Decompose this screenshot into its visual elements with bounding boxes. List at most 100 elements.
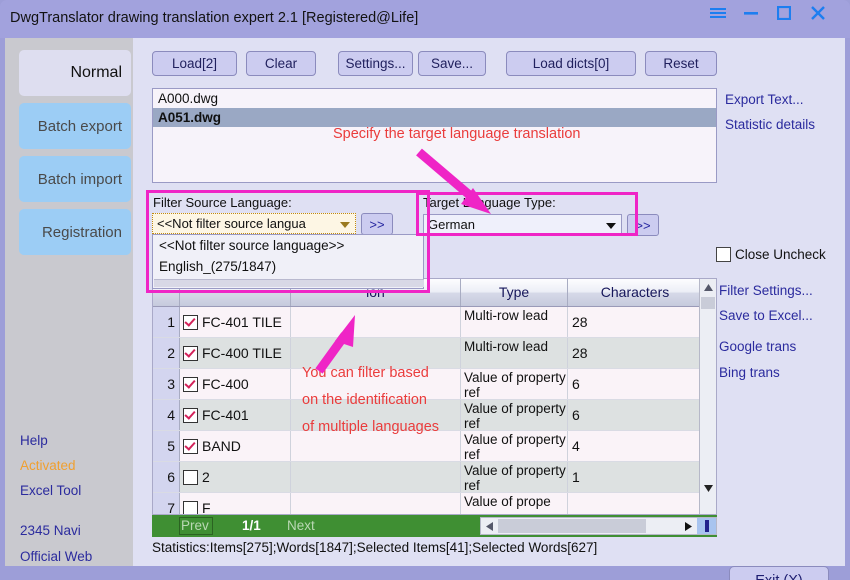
row-type-cell: Value of property ref	[461, 431, 568, 461]
load-button[interactable]: Load[2]	[152, 51, 237, 76]
sidebar-link-excel-tool[interactable]: Excel Tool	[20, 483, 81, 498]
sidebar-item-batch-export[interactable]: Batch export	[19, 103, 131, 149]
row-characters-cell: 6	[572, 407, 580, 423]
maximize-icon[interactable]	[770, 2, 798, 24]
row-checkbox[interactable]	[183, 469, 198, 485]
list-item[interactable]: A000.dwg	[153, 89, 716, 108]
bing-trans-link[interactable]: Bing trans	[719, 365, 780, 380]
exit-label-suffix: )	[798, 573, 803, 580]
prev-page-button[interactable]: Prev	[181, 518, 209, 533]
sidebar-item-label: Normal	[70, 64, 122, 81]
table-row[interactable]: 6 2 Value of property ref 1	[153, 462, 716, 493]
row-characters-cell: 1	[572, 469, 580, 485]
exit-button[interactable]: Exit (X)	[729, 566, 829, 580]
row-checkbox[interactable]	[183, 314, 198, 330]
row-source-text: BAND	[202, 438, 241, 454]
sidebar-item-label: Registration	[41, 223, 122, 241]
row-number: 7	[153, 493, 180, 514]
exit-label-prefix: Exit (	[755, 573, 788, 580]
filter-settings-link[interactable]: Filter Settings...	[719, 283, 813, 298]
row-type-cell: Value of property ref	[461, 462, 568, 492]
target-language-type-select[interactable]: German	[423, 214, 622, 235]
scroll-down-icon[interactable]	[700, 480, 716, 497]
reset-button[interactable]: Reset	[645, 51, 717, 76]
close-icon[interactable]	[804, 2, 832, 24]
row-number: 2	[153, 338, 180, 368]
next-page-button[interactable]: Next	[287, 518, 315, 533]
settings-button[interactable]: Settings...	[338, 51, 413, 76]
close-uncheck-checkbox-row[interactable]: Close Uncheck	[716, 247, 826, 262]
source-language-dropdown-list[interactable]: <<Not filter source language>> English_(…	[152, 234, 424, 289]
row-source-cell[interactable]: BAND	[180, 431, 291, 461]
row-source-cell[interactable]: FC-401 TILE	[180, 307, 291, 337]
table-horizontal-scrollbar[interactable]	[480, 517, 717, 535]
row-source-text: FC-400	[202, 376, 249, 392]
target-language-type-value: German	[428, 217, 475, 232]
filter-source-language-label: Filter Source Language:	[153, 195, 292, 210]
list-item[interactable]: A051.dwg	[153, 108, 716, 127]
row-translation-cell[interactable]	[291, 307, 461, 337]
sidebar-item-registration[interactable]: Registration	[19, 209, 131, 255]
target-language-apply-button[interactable]: >>	[627, 214, 659, 236]
row-source-cell[interactable]: F	[180, 493, 291, 514]
sidebar-link-activated[interactable]: Activated	[20, 458, 76, 473]
dropdown-option[interactable]: <<Not filter source language>>	[153, 235, 423, 256]
menu-icon[interactable]	[704, 2, 732, 24]
sidebar-link-official-web[interactable]: Official Web	[20, 549, 92, 564]
row-translation-cell[interactable]	[291, 462, 461, 492]
scroll-left-icon[interactable]	[481, 518, 497, 534]
sidebar-link-2345-navi[interactable]: 2345 Navi	[20, 523, 81, 538]
scrollbar-thumb[interactable]	[701, 297, 715, 309]
save-to-excel-link[interactable]: Save to Excel...	[719, 308, 813, 323]
row-checkbox[interactable]	[183, 376, 198, 392]
scroll-end-indicator[interactable]	[697, 518, 716, 534]
row-source-cell[interactable]: 2	[180, 462, 291, 492]
sidebar-item-normal[interactable]: Normal	[19, 50, 131, 96]
filter-source-language-value: <<Not filter source langua	[157, 216, 306, 231]
row-checkbox[interactable]	[183, 438, 198, 454]
sidebar-item-batch-import[interactable]: Batch import	[19, 156, 131, 202]
row-translation-cell[interactable]	[291, 338, 461, 368]
left-sidebar: Normal Batch export Batch import Registr…	[5, 38, 133, 566]
scroll-up-icon[interactable]	[700, 279, 716, 296]
table-row[interactable]: 2 FC-400 TILE Multi-row lead 28	[153, 338, 716, 369]
table-row[interactable]: 5 BAND Value of property ref 4	[153, 431, 716, 462]
sidebar-item-label: Batch export	[37, 117, 122, 135]
table-header-characters[interactable]: Characters	[568, 279, 702, 306]
row-source-text: 2	[202, 469, 210, 485]
dropdown-option[interactable]: English_(275/1847)	[153, 256, 423, 277]
google-trans-link[interactable]: Google trans	[719, 339, 796, 354]
row-checkbox[interactable]	[183, 345, 198, 361]
annotation-target-language: Specify the target language translation	[333, 126, 581, 142]
dropdown-scroll-area	[154, 279, 424, 287]
row-source-cell[interactable]: FC-401	[180, 400, 291, 430]
table-row[interactable]: 1 FC-401 TILE Multi-row lead 28	[153, 307, 716, 338]
statistic-details-link[interactable]: Statistic details	[725, 117, 815, 132]
table-vertical-scrollbar[interactable]	[699, 279, 716, 514]
export-text-link[interactable]: Export Text...	[725, 92, 804, 107]
row-translation-cell[interactable]	[291, 493, 461, 514]
close-uncheck-checkbox[interactable]	[716, 247, 731, 262]
load-dicts-button[interactable]: Load dicts[0]	[506, 51, 636, 76]
row-source-text: FC-401	[202, 407, 249, 423]
filter-source-apply-button[interactable]: >>	[361, 213, 393, 235]
row-checkbox[interactable]	[183, 407, 198, 423]
scroll-right-icon[interactable]	[680, 518, 696, 534]
row-characters-cell: 28	[572, 345, 588, 361]
row-number: 6	[153, 462, 180, 492]
table-row[interactable]: 3 FC-400 Value of property ref 6	[153, 369, 716, 400]
table-header-type[interactable]: Type	[461, 279, 568, 306]
row-source-cell[interactable]: FC-400 TILE	[180, 338, 291, 368]
filter-source-language-select[interactable]: <<Not filter source langua	[152, 213, 356, 234]
close-uncheck-label: Close Uncheck	[735, 247, 826, 262]
sidebar-link-help[interactable]: Help	[20, 433, 48, 448]
save-button[interactable]: Save...	[418, 51, 486, 76]
row-type-cell: Value of property ref	[461, 400, 568, 430]
minimize-icon[interactable]	[737, 2, 765, 24]
table-row[interactable]: 7 F Value of prope	[153, 493, 716, 514]
row-translation-cell[interactable]	[291, 431, 461, 461]
row-checkbox[interactable]	[183, 500, 198, 514]
row-source-cell[interactable]: FC-400	[180, 369, 291, 399]
scrollbar-thumb[interactable]	[498, 519, 646, 533]
clear-button[interactable]: Clear	[246, 51, 316, 76]
